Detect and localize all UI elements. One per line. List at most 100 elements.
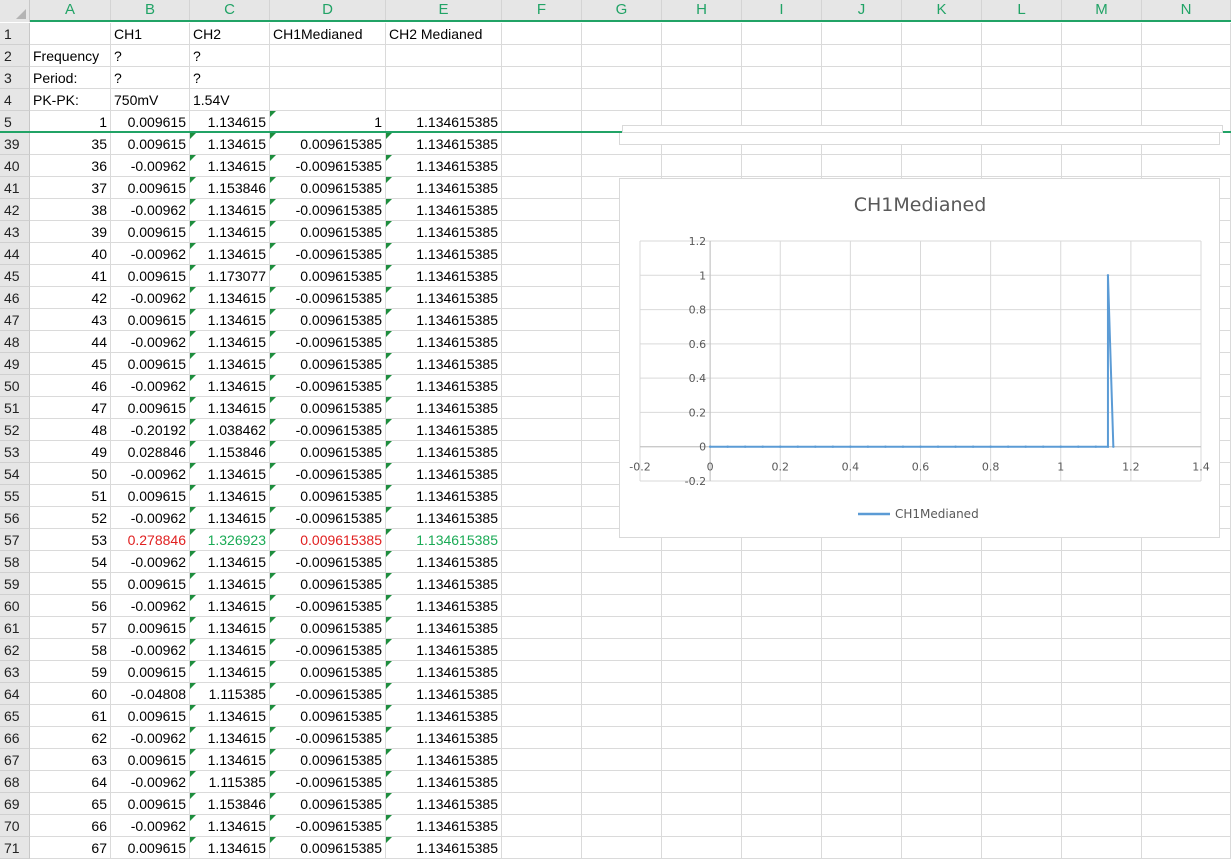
cell-i59[interactable] [742, 573, 822, 595]
cell-f44[interactable] [502, 243, 582, 265]
cell-e40[interactable]: 1.134615385 [386, 155, 502, 177]
cell-j67[interactable] [822, 749, 902, 771]
cell-f62[interactable] [502, 639, 582, 661]
cell-g60[interactable] [582, 595, 662, 617]
cell-c52[interactable]: 1.038462 [190, 419, 270, 441]
cell-b56[interactable]: -0.00962 [111, 507, 190, 529]
cell-d41[interactable]: 0.009615385 [270, 177, 386, 199]
cell-c39[interactable]: 1.134615 [190, 133, 270, 155]
cell-m3[interactable] [1062, 67, 1142, 89]
column-header-i[interactable]: I [742, 0, 822, 20]
cell-a42[interactable]: 38 [30, 199, 111, 221]
cell-n65[interactable] [1142, 705, 1231, 727]
cell-b47[interactable]: 0.009615 [111, 309, 190, 331]
cell-j1[interactable] [822, 23, 902, 45]
column-header-n[interactable]: N [1142, 0, 1231, 20]
cell-a70[interactable]: 66 [30, 815, 111, 837]
row-header-5[interactable]: 5 [0, 111, 30, 133]
cell-j62[interactable] [822, 639, 902, 661]
cell-b2[interactable]: ? [111, 45, 190, 67]
cell-f54[interactable] [502, 463, 582, 485]
cell-f66[interactable] [502, 727, 582, 749]
cell-a64[interactable]: 60 [30, 683, 111, 705]
cell-a57[interactable]: 53 [30, 529, 111, 551]
cell-f57[interactable] [502, 529, 582, 551]
cell-j69[interactable] [822, 793, 902, 815]
cell-a50[interactable]: 46 [30, 375, 111, 397]
cell-d71[interactable]: 0.009615385 [270, 837, 386, 859]
cell-h66[interactable] [662, 727, 742, 749]
cell-l4[interactable] [982, 89, 1062, 111]
cell-l70[interactable] [982, 815, 1062, 837]
cell-k60[interactable] [902, 595, 982, 617]
cell-a1[interactable] [30, 23, 111, 45]
chart-object-edge[interactable] [622, 125, 1223, 133]
cell-e69[interactable]: 1.134615385 [386, 793, 502, 815]
cell-c59[interactable]: 1.134615 [190, 573, 270, 595]
cell-h65[interactable] [662, 705, 742, 727]
cell-k69[interactable] [902, 793, 982, 815]
cell-b52[interactable]: -0.20192 [111, 419, 190, 441]
cell-j68[interactable] [822, 771, 902, 793]
cell-f45[interactable] [502, 265, 582, 287]
cell-c63[interactable]: 1.134615 [190, 661, 270, 683]
cell-b68[interactable]: -0.00962 [111, 771, 190, 793]
cell-b57[interactable]: 0.278846 [111, 529, 190, 551]
cell-l61[interactable] [982, 617, 1062, 639]
cell-h2[interactable] [662, 45, 742, 67]
cell-k63[interactable] [902, 661, 982, 683]
cell-b41[interactable]: 0.009615 [111, 177, 190, 199]
cell-d57[interactable]: 0.009615385 [270, 529, 386, 551]
cell-d50[interactable]: -0.009615385 [270, 375, 386, 397]
cell-h1[interactable] [662, 23, 742, 45]
cell-n60[interactable] [1142, 595, 1231, 617]
column-header-h[interactable]: H [662, 0, 742, 20]
cell-k66[interactable] [902, 727, 982, 749]
row-header-65[interactable]: 65 [0, 705, 30, 727]
row-header-3[interactable]: 3 [0, 67, 30, 89]
cell-e53[interactable]: 1.134615385 [386, 441, 502, 463]
cell-l1[interactable] [982, 23, 1062, 45]
cell-e67[interactable]: 1.134615385 [386, 749, 502, 771]
cell-h68[interactable] [662, 771, 742, 793]
column-header-a[interactable]: A [30, 0, 111, 20]
cell-c70[interactable]: 1.134615 [190, 815, 270, 837]
cell-g59[interactable] [582, 573, 662, 595]
cell-b59[interactable]: 0.009615 [111, 573, 190, 595]
cell-l63[interactable] [982, 661, 1062, 683]
cell-k64[interactable] [902, 683, 982, 705]
cell-e49[interactable]: 1.134615385 [386, 353, 502, 375]
cell-k62[interactable] [902, 639, 982, 661]
cell-e60[interactable]: 1.134615385 [386, 595, 502, 617]
row-header-56[interactable]: 56 [0, 507, 30, 529]
cell-d56[interactable]: -0.009615385 [270, 507, 386, 529]
cell-d47[interactable]: 0.009615385 [270, 309, 386, 331]
cell-b67[interactable]: 0.009615 [111, 749, 190, 771]
cell-k40[interactable] [902, 155, 982, 177]
cell-i67[interactable] [742, 749, 822, 771]
cell-g2[interactable] [582, 45, 662, 67]
cell-e56[interactable]: 1.134615385 [386, 507, 502, 529]
cell-c58[interactable]: 1.134615 [190, 551, 270, 573]
cell-d1[interactable]: CH1Medianed [270, 23, 386, 45]
cell-d2[interactable] [270, 45, 386, 67]
cell-a39[interactable]: 35 [30, 133, 111, 155]
cell-g3[interactable] [582, 67, 662, 89]
cell-m4[interactable] [1062, 89, 1142, 111]
cell-c54[interactable]: 1.134615 [190, 463, 270, 485]
cell-i66[interactable] [742, 727, 822, 749]
cell-f50[interactable] [502, 375, 582, 397]
cell-b3[interactable]: ? [111, 67, 190, 89]
row-header-54[interactable]: 54 [0, 463, 30, 485]
cell-h40[interactable] [662, 155, 742, 177]
cell-i61[interactable] [742, 617, 822, 639]
cell-b71[interactable]: 0.009615 [111, 837, 190, 859]
row-header-67[interactable]: 67 [0, 749, 30, 771]
cell-j58[interactable] [822, 551, 902, 573]
cell-b63[interactable]: 0.009615 [111, 661, 190, 683]
cell-k59[interactable] [902, 573, 982, 595]
cell-a40[interactable]: 36 [30, 155, 111, 177]
cell-n3[interactable] [1142, 67, 1231, 89]
cell-e62[interactable]: 1.134615385 [386, 639, 502, 661]
cell-c44[interactable]: 1.134615 [190, 243, 270, 265]
